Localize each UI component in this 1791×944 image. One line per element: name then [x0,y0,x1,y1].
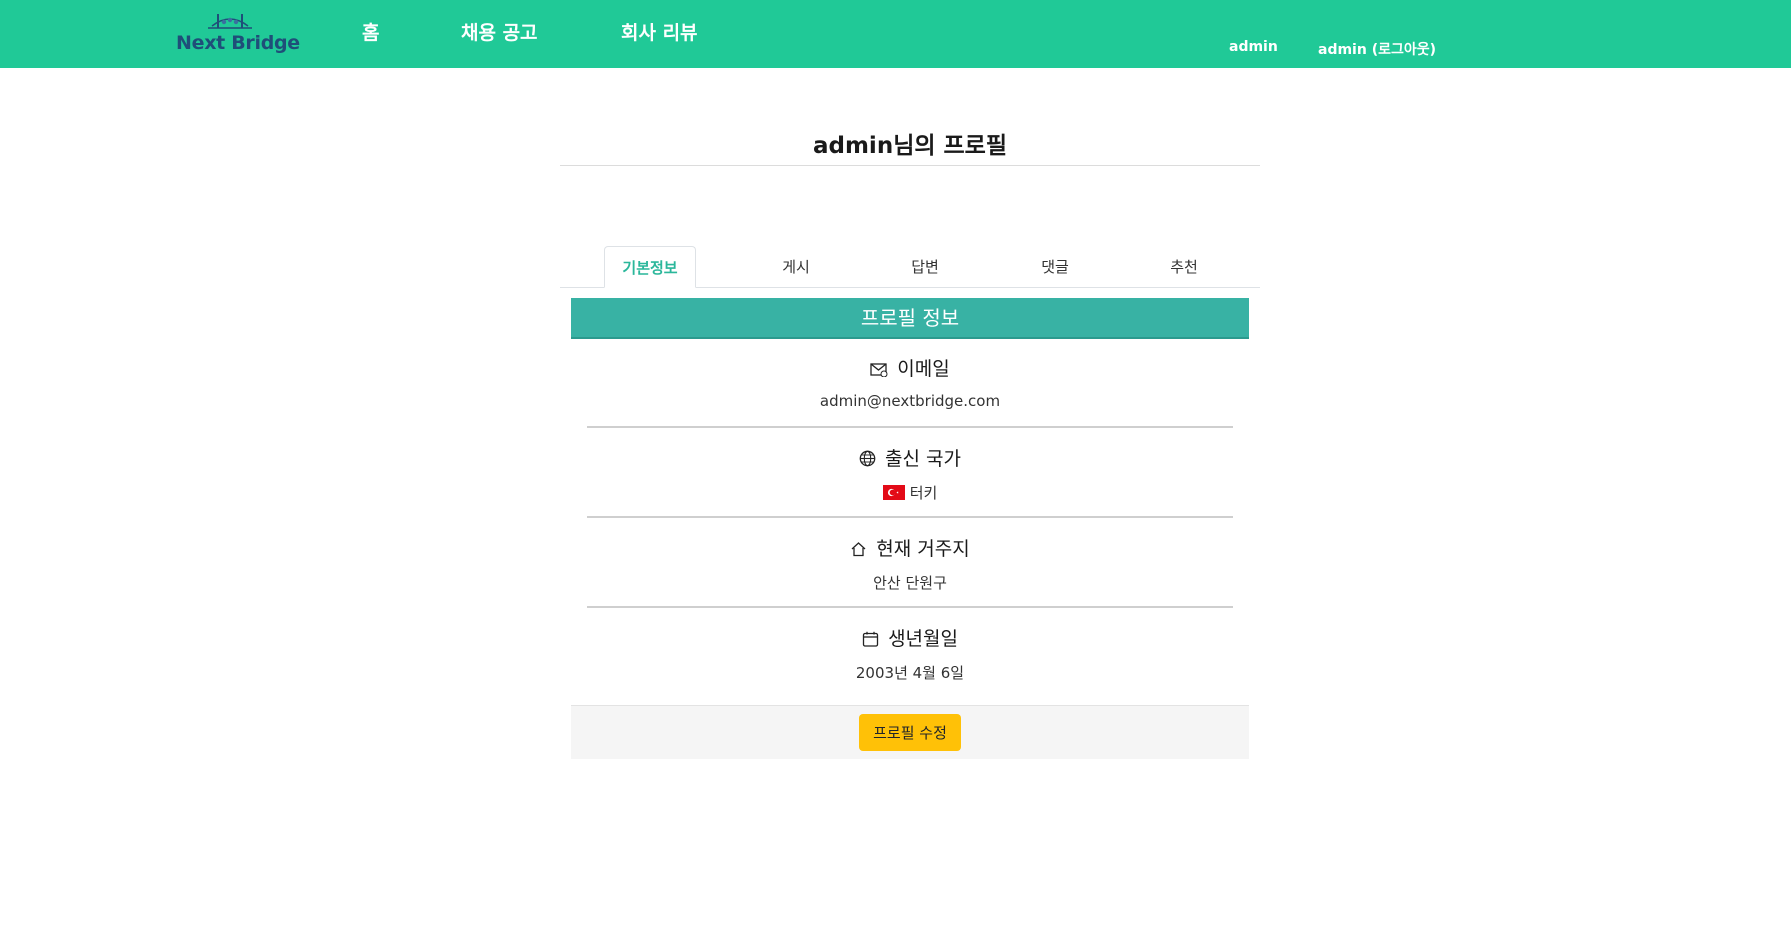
tab-comments[interactable]: 댓글 [1019,246,1091,288]
nav-company-reviews-link[interactable]: 회사 리뷰 [621,18,698,45]
tab-basic-info[interactable]: 기본정보 [604,246,696,288]
field-divider [587,606,1233,608]
logo-text: Next Bridge [176,32,300,54]
turkey-flag-icon [882,485,905,500]
country-value: 터키 [909,484,938,502]
globe-icon [859,450,876,467]
email-value: admin@nextbridge.com [819,392,1001,410]
calendar-icon [862,631,879,647]
page-title: admin님의 프로필 [812,133,1007,159]
birthdate-field-block: 생년월일 2003년 4월 6일 [587,624,1233,683]
country-field-block: 출신 국가 터키 [587,444,1233,503]
edit-profile-button[interactable]: 프로필 수정 [859,714,961,751]
tab-answers[interactable]: 답변 [889,246,961,288]
nav-logout-link[interactable]: admin (로그아웃) [1318,39,1436,59]
field-divider [587,426,1233,428]
birthdate-label: 생년월일 [888,628,958,650]
tab-posts[interactable]: 게시 [760,246,832,288]
house-icon [851,542,866,557]
tab-recommendations[interactable]: 추천 [1148,246,1220,288]
top-navbar: Next Bridge 홈 채용 공고 회사 리뷰 admin admin (로… [0,0,1791,68]
nav-job-postings-link[interactable]: 채용 공고 [461,18,538,45]
email-field-block: 이메일 admin@nextbridge.com [587,354,1233,410]
nav-user-link[interactable]: admin [1229,39,1278,55]
profile-tabs: 기본정보 게시 답변 댓글 추천 [560,246,1260,288]
title-divider [560,165,1260,166]
field-divider [587,516,1233,518]
next-bridge-logo[interactable]: Next Bridge [176,10,300,56]
bridge-logo-icon [208,14,252,29]
residence-field-block: 현재 거주지 안산 단원구 [587,534,1233,593]
email-label: 이메일 [897,358,950,380]
country-label: 출신 국가 [885,448,961,470]
profile-card-header: 프로필 정보 [571,298,1249,339]
profile-card-footer: 프로필 수정 [571,705,1249,759]
residence-value: 안산 단원구 [873,574,947,592]
nav-home-link[interactable]: 홈 [362,18,379,45]
envelope-icon [870,363,888,378]
residence-label: 현재 거주지 [876,538,970,560]
birthdate-value: 2003년 4월 6일 [855,664,965,682]
